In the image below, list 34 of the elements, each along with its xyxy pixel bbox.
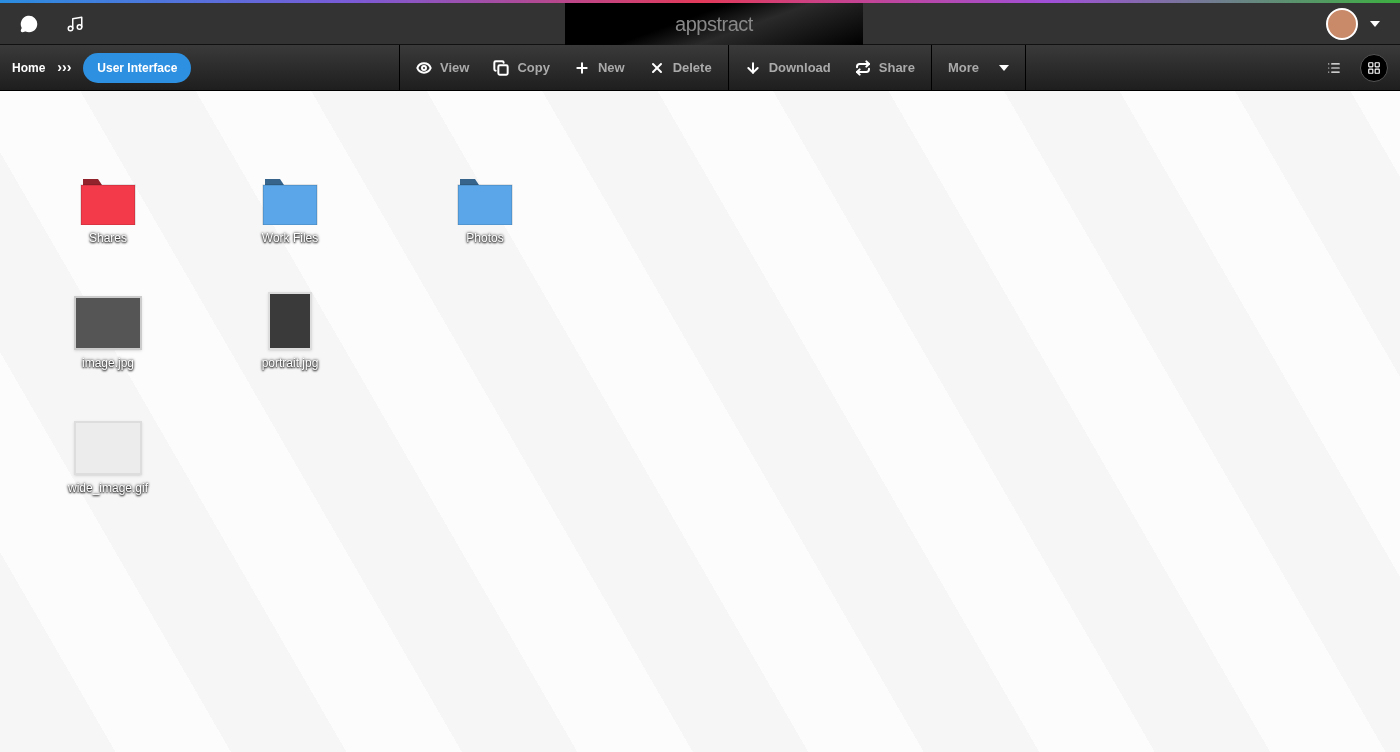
file-name[interactable]: Work Files xyxy=(261,229,319,247)
folder-icon[interactable] xyxy=(80,179,136,225)
toolbar-button[interactable]: Download xyxy=(732,45,843,90)
music-icon[interactable] xyxy=(66,14,84,33)
file-name[interactable]: image.jpg xyxy=(82,354,134,372)
breadcrumb-home[interactable]: Home xyxy=(12,58,46,77)
toolbar-button[interactable]: Copy xyxy=(481,45,562,90)
folder-icon[interactable] xyxy=(457,179,513,225)
folder-icon[interactable] xyxy=(262,179,318,225)
photo-placeholder[interactable] xyxy=(268,292,312,350)
eye-icon xyxy=(416,59,432,76)
photo-placeholder[interactable] xyxy=(74,296,142,350)
dropdown-caret-icon xyxy=(1370,20,1380,27)
copy-icon xyxy=(493,59,510,76)
chat-icon[interactable] xyxy=(20,14,38,33)
plus-icon xyxy=(573,59,590,76)
logo: appstract xyxy=(565,2,863,45)
toolbar-button[interactable]: Share xyxy=(842,45,927,90)
breadcrumb-separator: ››› xyxy=(57,58,72,77)
toolbar-button[interactable]: Delete xyxy=(636,45,724,90)
file-name[interactable]: portrait.jpg xyxy=(261,354,319,372)
caret-icon xyxy=(998,64,1009,71)
list-icon xyxy=(1327,60,1341,75)
toolbar-button[interactable]: View xyxy=(404,45,482,90)
grid-view-button[interactable] xyxy=(1360,53,1388,82)
file-name[interactable]: Shares xyxy=(89,229,127,247)
file-name[interactable]: Photos xyxy=(466,229,504,247)
file-name[interactable]: wide_image.gif xyxy=(67,479,148,497)
arrows-icon xyxy=(854,59,871,76)
breadcrumb-current[interactable]: User Interface xyxy=(83,52,192,83)
avatar[interactable] xyxy=(1326,7,1358,40)
more-button[interactable]: More xyxy=(935,45,1021,90)
toolbar-button[interactable]: New xyxy=(561,45,637,90)
grid-icon xyxy=(1367,60,1381,75)
